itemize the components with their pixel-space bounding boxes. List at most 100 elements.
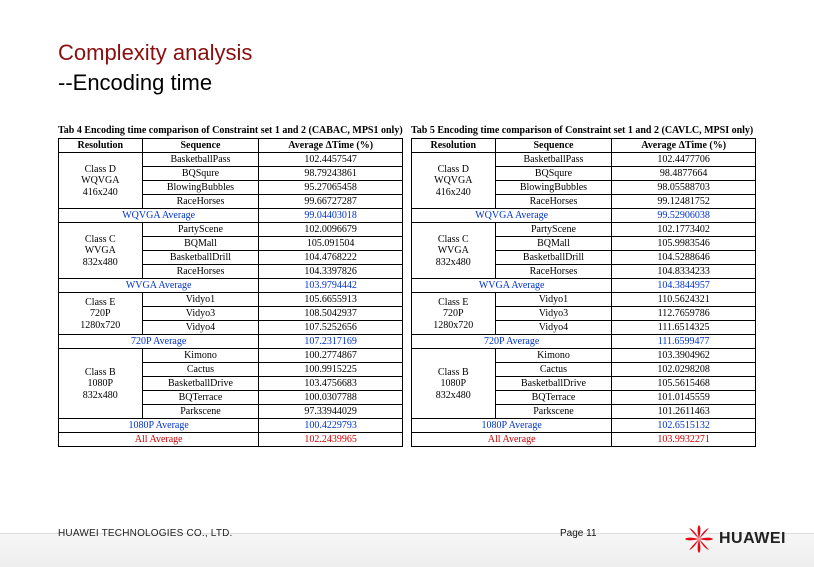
resolution-cell: Class E720P1280x720 bbox=[412, 293, 496, 335]
value-cell: 98.79243861 bbox=[259, 167, 403, 181]
table-block-tab4: Tab 4 Encoding time comparison of Constr… bbox=[58, 125, 403, 447]
col-avg-dtime: Average ΔTime (%) bbox=[612, 139, 756, 153]
all-average-row: All Average103.9932271 bbox=[412, 433, 756, 447]
value-cell: 104.4768222 bbox=[259, 251, 403, 265]
value-cell: 99.12481752 bbox=[612, 195, 756, 209]
table-tab4: Resolution Sequence Average ΔTime (%) Cl… bbox=[58, 138, 403, 447]
sequence-cell: BlowingBubbles bbox=[495, 181, 612, 195]
table-row: Class B1080P832x480 Kimono 103.3904962 bbox=[412, 349, 756, 363]
all-average-value: 103.9932271 bbox=[612, 433, 756, 447]
value-cell: 103.3904962 bbox=[612, 349, 756, 363]
table-caption: Tab 4 Encoding time comparison of Constr… bbox=[58, 125, 403, 136]
sequence-cell: Vidyo4 bbox=[142, 321, 259, 335]
group-average-row: 1080P Average102.6515132 bbox=[412, 419, 756, 433]
sequence-cell: RaceHorses bbox=[495, 195, 612, 209]
value-cell: 102.1773402 bbox=[612, 223, 756, 237]
sequence-cell: RaceHorses bbox=[142, 195, 259, 209]
sequence-cell: RaceHorses bbox=[495, 265, 612, 279]
value-cell: 102.0298208 bbox=[612, 363, 756, 377]
table-row: Class E720P1280x720 Vidyo1 110.5624321 bbox=[412, 293, 756, 307]
company-name: HUAWEI TECHNOLOGIES CO., LTD. bbox=[58, 528, 233, 539]
value-cell: 99.66727287 bbox=[259, 195, 403, 209]
group-average-row: WVGA Average104.3844957 bbox=[412, 279, 756, 293]
sequence-cell: BasketballDrive bbox=[142, 377, 259, 391]
group-average-row: WQVGA Average99.04403018 bbox=[59, 209, 403, 223]
value-cell: 100.2774867 bbox=[259, 349, 403, 363]
table-header-row: Resolution Sequence Average ΔTime (%) bbox=[59, 139, 403, 153]
average-label: 1080P Average bbox=[59, 419, 259, 433]
average-value: 104.3844957 bbox=[612, 279, 756, 293]
average-label: 1080P Average bbox=[412, 419, 612, 433]
value-cell: 105.9983546 bbox=[612, 237, 756, 251]
sequence-cell: Cactus bbox=[142, 363, 259, 377]
table-row: Class B1080P832x480 Kimono 100.2774867 bbox=[59, 349, 403, 363]
average-value: 100.4229793 bbox=[259, 419, 403, 433]
sequence-cell: PartyScene bbox=[142, 223, 259, 237]
sequence-cell: BQTerrace bbox=[495, 391, 612, 405]
average-value: 99.52906038 bbox=[612, 209, 756, 223]
value-cell: 102.4457547 bbox=[259, 153, 403, 167]
sequence-cell: BasketballDrill bbox=[142, 251, 259, 265]
sequence-cell: Parkscene bbox=[495, 405, 612, 419]
average-label: WVGA Average bbox=[59, 279, 259, 293]
sequence-cell: RaceHorses bbox=[142, 265, 259, 279]
col-avg-dtime: Average ΔTime (%) bbox=[259, 139, 403, 153]
value-cell: 104.5288646 bbox=[612, 251, 756, 265]
value-cell: 101.0145559 bbox=[612, 391, 756, 405]
sequence-cell: BQMall bbox=[142, 237, 259, 251]
sequence-cell: PartyScene bbox=[495, 223, 612, 237]
value-cell: 105.5615468 bbox=[612, 377, 756, 391]
sequence-cell: Vidyo1 bbox=[142, 293, 259, 307]
value-cell: 102.4477706 bbox=[612, 153, 756, 167]
tables-container: Tab 4 Encoding time comparison of Constr… bbox=[58, 125, 756, 447]
col-resolution: Resolution bbox=[412, 139, 496, 153]
value-cell: 112.7659786 bbox=[612, 307, 756, 321]
value-cell: 97.33944029 bbox=[259, 405, 403, 419]
resolution-cell: Class B1080P832x480 bbox=[412, 349, 496, 419]
value-cell: 95.27065458 bbox=[259, 181, 403, 195]
resolution-cell: Class DWQVGA416x240 bbox=[412, 153, 496, 209]
resolution-cell: Class DWQVGA416x240 bbox=[59, 153, 143, 209]
value-cell: 108.5042937 bbox=[259, 307, 403, 321]
sequence-cell: BasketballPass bbox=[495, 153, 612, 167]
table-row: Class CWVGA832x480 PartyScene 102.009667… bbox=[59, 223, 403, 237]
average-label: 720P Average bbox=[412, 335, 612, 349]
sequence-cell: Kimono bbox=[495, 349, 612, 363]
value-cell: 107.5252656 bbox=[259, 321, 403, 335]
all-average-value: 102.2439965 bbox=[259, 433, 403, 447]
average-value: 102.6515132 bbox=[612, 419, 756, 433]
value-cell: 100.9915225 bbox=[259, 363, 403, 377]
sequence-cell: Vidyo1 bbox=[495, 293, 612, 307]
group-average-row: 720P Average111.6599477 bbox=[412, 335, 756, 349]
sequence-cell: BQTerrace bbox=[142, 391, 259, 405]
col-sequence: Sequence bbox=[142, 139, 259, 153]
average-label: 720P Average bbox=[59, 335, 259, 349]
average-value: 99.04403018 bbox=[259, 209, 403, 223]
table-tab5: Resolution Sequence Average ΔTime (%) Cl… bbox=[411, 138, 756, 447]
table-row: Class CWVGA832x480 PartyScene 102.177340… bbox=[412, 223, 756, 237]
all-average-row: All Average102.2439965 bbox=[59, 433, 403, 447]
group-average-row: WVGA Average103.9794442 bbox=[59, 279, 403, 293]
average-label: WQVGA Average bbox=[59, 209, 259, 223]
sequence-cell: Vidyo3 bbox=[142, 307, 259, 321]
col-sequence: Sequence bbox=[495, 139, 612, 153]
sequence-cell: BasketballPass bbox=[142, 153, 259, 167]
group-average-row: 720P Average107.2317169 bbox=[59, 335, 403, 349]
table-row: Class DWQVGA416x240 BasketballPass 102.4… bbox=[59, 153, 403, 167]
table-caption: Tab 5 Encoding time comparison of Constr… bbox=[411, 125, 756, 136]
resolution-cell: Class CWVGA832x480 bbox=[59, 223, 143, 279]
value-cell: 104.8334233 bbox=[612, 265, 756, 279]
page-title: Complexity analysis bbox=[58, 38, 756, 68]
table-header-row: Resolution Sequence Average ΔTime (%) bbox=[412, 139, 756, 153]
average-value: 103.9794442 bbox=[259, 279, 403, 293]
sequence-cell: Vidyo3 bbox=[495, 307, 612, 321]
huawei-logo: HUAWEI bbox=[685, 525, 786, 553]
value-cell: 102.0096679 bbox=[259, 223, 403, 237]
page-number: Page 11 bbox=[560, 528, 597, 539]
value-cell: 103.4756683 bbox=[259, 377, 403, 391]
sequence-cell: BlowingBubbles bbox=[142, 181, 259, 195]
sequence-cell: BasketballDrill bbox=[495, 251, 612, 265]
value-cell: 104.3397826 bbox=[259, 265, 403, 279]
huawei-flower-icon bbox=[685, 525, 713, 553]
all-average-label: All Average bbox=[59, 433, 259, 447]
